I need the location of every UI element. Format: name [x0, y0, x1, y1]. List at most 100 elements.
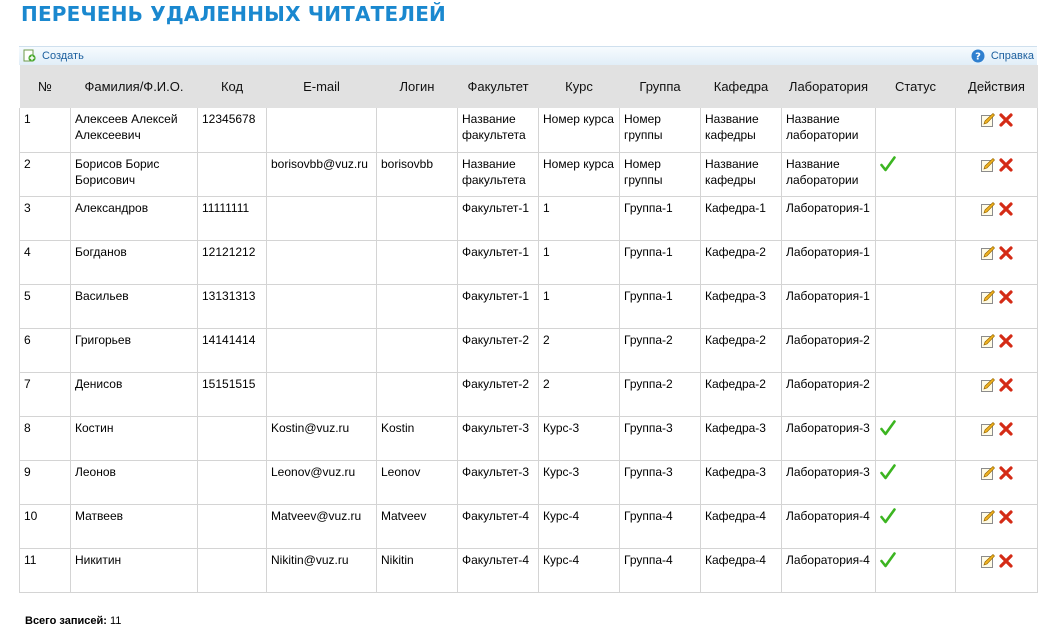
reader-email: Kostin@vuz.ru	[266, 415, 377, 461]
reader-code: 11111111	[197, 195, 267, 241]
reader-lab: Лаборатория-3	[781, 459, 876, 505]
table-row[interactable]: 10 Матвеев Matveev@vuz.ru Matveev Факультет-…	[19, 503, 1038, 549]
check-icon	[880, 551, 896, 567]
col-code-header: Код	[197, 65, 267, 108]
records-total: Всего записей: 11	[25, 615, 121, 627]
readers-table: № Фамилия/Ф.И.О. Код E-mail Логин Факультет Ку…	[19, 65, 1038, 593]
reader-login: Leonov	[376, 459, 458, 505]
reader-login	[376, 371, 458, 417]
reader-name: Никитин	[70, 547, 198, 593]
reader-status	[875, 415, 956, 461]
reader-group: Группа-3	[619, 415, 701, 461]
reader-course: 1	[538, 283, 620, 329]
reader-department: Название кафедры	[700, 151, 782, 197]
delete-icon[interactable]	[998, 553, 1014, 569]
row-number: 2	[19, 151, 71, 197]
reader-name: Александров	[70, 195, 198, 241]
reader-course: 1	[538, 239, 620, 285]
edit-icon[interactable]	[980, 377, 996, 393]
reader-status	[875, 195, 956, 241]
reader-course: Номер курса	[538, 108, 620, 153]
table-row[interactable]: 4 Богданов 12121212 Факультет-1 1 Группа-1 Каф…	[19, 239, 1038, 285]
delete-icon[interactable]	[998, 245, 1014, 261]
reader-group: Группа-1	[619, 195, 701, 241]
edit-icon[interactable]	[980, 465, 996, 481]
delete-icon[interactable]	[998, 377, 1014, 393]
delete-icon[interactable]	[998, 509, 1014, 525]
reader-lab: Лаборатория-2	[781, 327, 876, 373]
delete-icon[interactable]	[998, 157, 1014, 173]
reader-group: Группа-4	[619, 503, 701, 549]
reader-group: Группа-3	[619, 459, 701, 505]
row-number: 6	[19, 327, 71, 373]
edit-icon[interactable]	[980, 112, 996, 128]
reader-group: Группа-4	[619, 547, 701, 593]
reader-faculty: Название факультета	[457, 151, 539, 197]
reader-faculty: Факультет-3	[457, 415, 539, 461]
reader-lab: Лаборатория-4	[781, 547, 876, 593]
reader-faculty: Факультет-1	[457, 283, 539, 329]
table-row[interactable]: 7 Денисов 15151515 Факультет-2 2 Группа-2 Кафе…	[19, 371, 1038, 417]
reader-actions	[955, 108, 1038, 153]
table-row[interactable]: 1 Алексеев Алексей Алексеевич 12345678 Назв…	[19, 108, 1038, 153]
reader-login: Nikitin	[376, 547, 458, 593]
table-row[interactable]: 9 Леонов Leonov@vuz.ru Leonov Факультет-3 Кур…	[19, 459, 1038, 505]
reader-name: Леонов	[70, 459, 198, 505]
page-title: ПЕРЕЧЕНЬ УДАЛЕННЫХ ЧИТАТЕЛЕЙ	[21, 2, 446, 26]
reader-code: 12345678	[197, 108, 267, 153]
reader-department: Кафедра-1	[700, 195, 782, 241]
reader-status	[875, 371, 956, 417]
help-button[interactable]: ? Справка	[971, 49, 1034, 63]
create-button[interactable]: Создать	[23, 49, 84, 62]
edit-icon[interactable]	[980, 553, 996, 569]
reader-faculty: Факультет-1	[457, 239, 539, 285]
reader-actions	[955, 371, 1038, 417]
reader-code	[197, 415, 267, 461]
edit-icon[interactable]	[980, 333, 996, 349]
reader-department: Кафедра-4	[700, 547, 782, 593]
delete-icon[interactable]	[998, 333, 1014, 349]
reader-group: Группа-1	[619, 283, 701, 329]
edit-icon[interactable]	[980, 421, 996, 437]
reader-department: Кафедра-4	[700, 503, 782, 549]
reader-email: Leonov@vuz.ru	[266, 459, 377, 505]
table-row[interactable]: 3 Александров 11111111 Факультет-1 1 Группа-1…	[19, 195, 1038, 241]
edit-icon[interactable]	[980, 509, 996, 525]
delete-icon[interactable]	[998, 112, 1014, 128]
delete-icon[interactable]	[998, 289, 1014, 305]
col-group-header: Группа	[619, 65, 701, 108]
edit-icon[interactable]	[980, 157, 996, 173]
table-row[interactable]: 2 Борисов Борис Борисович borisovbb@vuz.ru…	[19, 151, 1038, 197]
reader-code: 15151515	[197, 371, 267, 417]
reader-email	[266, 108, 377, 153]
edit-icon[interactable]	[980, 245, 996, 261]
reader-name: Васильев	[70, 283, 198, 329]
reader-lab: Лаборатория-2	[781, 371, 876, 417]
reader-login	[376, 327, 458, 373]
reader-status	[875, 239, 956, 285]
table-row[interactable]: 11 Никитин Nikitin@vuz.ru Nikitin Факультет-…	[19, 547, 1038, 593]
reader-lab: Лаборатория-1	[781, 195, 876, 241]
reader-status	[875, 503, 956, 549]
table-row[interactable]: 5 Васильев 13131313 Факультет-1 1 Группа-1 Каф…	[19, 283, 1038, 329]
reader-email	[266, 327, 377, 373]
check-icon	[880, 507, 896, 523]
reader-code	[197, 503, 267, 549]
table-row[interactable]: 8 Костин Kostin@vuz.ru Kostin Факультет-3 Кур…	[19, 415, 1038, 461]
reader-name: Алексеев Алексей Алексеевич	[70, 108, 198, 153]
reader-login: Kostin	[376, 415, 458, 461]
reader-department: Название кафедры	[700, 108, 782, 153]
edit-icon[interactable]	[980, 201, 996, 217]
delete-icon[interactable]	[998, 465, 1014, 481]
table-row[interactable]: 6 Григорьев 14141414 Факультет-2 2 Группа-2 Ка…	[19, 327, 1038, 373]
delete-icon[interactable]	[998, 421, 1014, 437]
row-number: 11	[19, 547, 71, 593]
reader-actions	[955, 283, 1038, 329]
reader-department: Кафедра-3	[700, 283, 782, 329]
reader-course: Номер курса	[538, 151, 620, 197]
create-label: Создать	[42, 49, 84, 62]
col-course-header: Курс	[538, 65, 620, 108]
edit-icon[interactable]	[980, 289, 996, 305]
delete-icon[interactable]	[998, 201, 1014, 217]
row-number: 8	[19, 415, 71, 461]
